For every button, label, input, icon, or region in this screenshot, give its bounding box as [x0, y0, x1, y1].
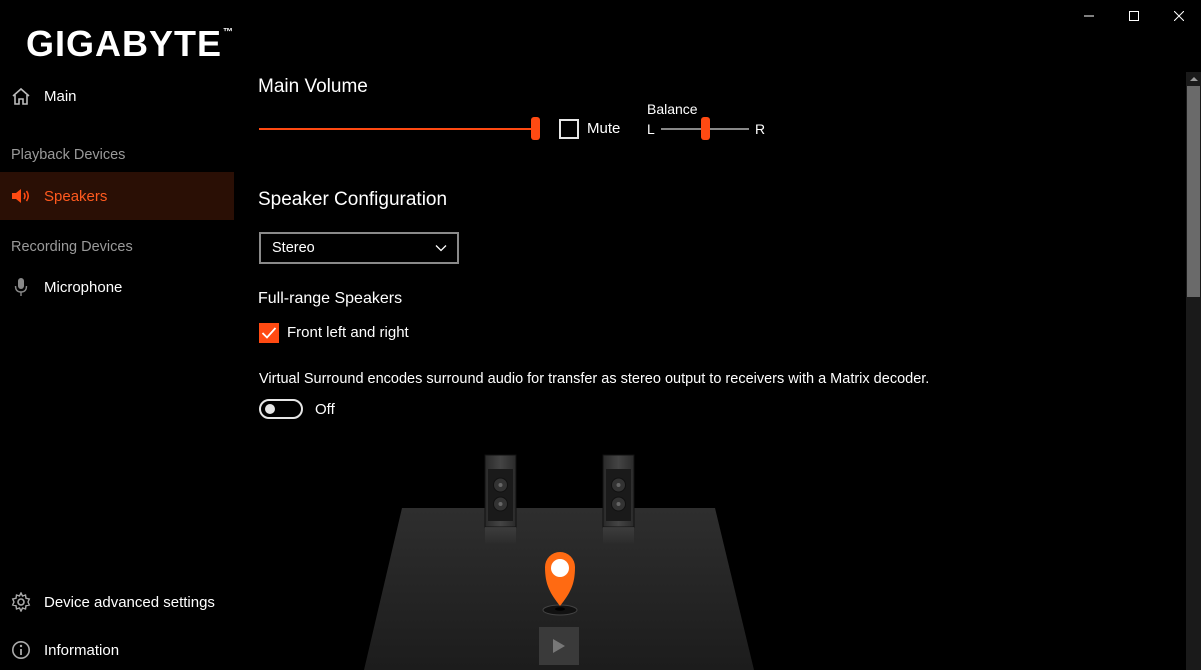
sidebar-item-speakers[interactable]: Speakers — [0, 172, 234, 220]
maximize-button[interactable] — [1111, 0, 1156, 32]
home-icon — [10, 85, 32, 107]
volume-slider-thumb[interactable] — [531, 117, 540, 140]
balance-left-label: L — [647, 121, 655, 137]
left-speaker[interactable] — [484, 454, 517, 545]
maximize-icon — [1128, 11, 1139, 21]
checkmark-icon — [261, 327, 277, 339]
close-button[interactable] — [1156, 0, 1201, 32]
speaker-config-dropdown[interactable]: Stereo — [259, 232, 459, 264]
microphone-icon — [10, 276, 32, 298]
gear-icon — [10, 591, 32, 613]
sidebar-item-label: Main — [44, 87, 77, 105]
info-icon — [10, 639, 32, 661]
balance-title: Balance — [647, 101, 698, 117]
sidebar-item-information[interactable]: Information — [0, 626, 234, 670]
virtual-surround-toggle[interactable] — [259, 399, 303, 419]
minimize-icon — [1083, 15, 1094, 17]
virtual-surround-state: Off — [315, 401, 335, 418]
balance-slider-thumb[interactable] — [701, 117, 710, 140]
full-range-title: Full-range Speakers — [258, 290, 403, 307]
minimize-button[interactable] — [1066, 0, 1111, 32]
sidebar-item-label: Speakers — [44, 187, 108, 205]
speaker-config-value: Stereo — [272, 240, 315, 256]
scroll-up-icon[interactable] — [1186, 72, 1201, 86]
play-icon — [553, 639, 565, 653]
speaker-icon — [10, 185, 32, 207]
sidebar-item-label: Device advanced settings — [44, 593, 215, 611]
right-speaker[interactable] — [602, 454, 635, 545]
sidebar-item-main[interactable]: Main — [0, 72, 234, 120]
main-volume-title: Main Volume — [258, 76, 368, 97]
mute-label: Mute — [587, 120, 621, 137]
play-test-button[interactable] — [539, 627, 579, 665]
virtual-surround-description: Virtual Surround encodes surround audio … — [259, 371, 930, 387]
front-left-right-label: Front left and right — [287, 324, 409, 341]
playback-section-label: Playback Devices — [11, 147, 126, 163]
brand-logo: GIGABYTE™ — [26, 23, 235, 64]
sidebar-item-label: Microphone — [44, 278, 123, 296]
mute-checkbox[interactable] — [559, 119, 579, 139]
scroll-thumb[interactable] — [1187, 86, 1200, 297]
vertical-scrollbar[interactable] — [1186, 72, 1201, 670]
recording-section-label: Recording Devices — [11, 239, 133, 255]
speaker-config-title: Speaker Configuration — [258, 189, 448, 210]
front-left-right-checkbox[interactable] — [259, 323, 279, 343]
sidebar-item-advanced-settings[interactable]: Device advanced settings — [0, 578, 234, 626]
sidebar-item-microphone[interactable]: Microphone — [0, 263, 234, 311]
app-window: GIGABYTE™ Main Playback Devices Speakers… — [0, 0, 1201, 670]
balance-right-label: R — [755, 121, 766, 137]
close-icon — [1173, 11, 1184, 21]
window-controls — [1066, 0, 1201, 32]
volume-slider-track[interactable] — [259, 128, 535, 130]
sidebar-item-label: Information — [44, 641, 120, 659]
chevron-down-icon — [435, 241, 447, 259]
